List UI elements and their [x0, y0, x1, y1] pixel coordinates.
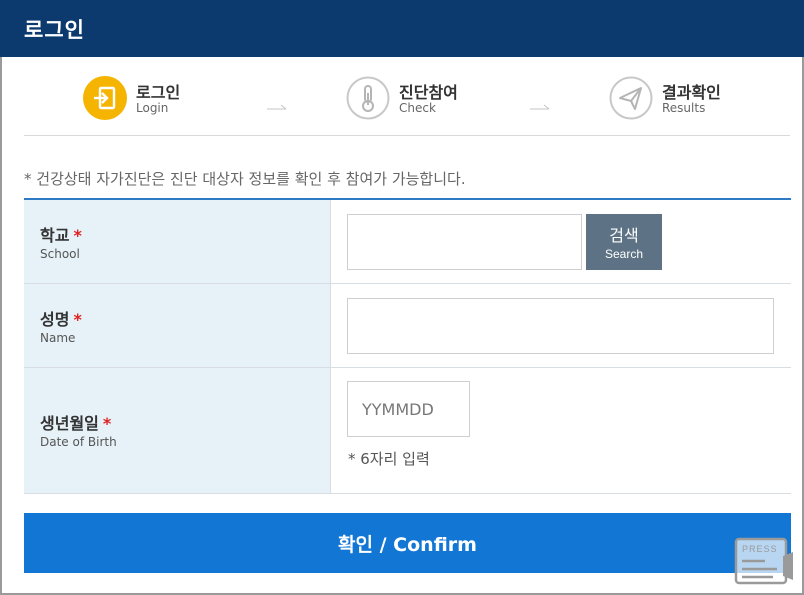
- login-icon: [83, 76, 127, 120]
- press-icon: PRESS: [733, 536, 799, 588]
- birth-input[interactable]: [347, 381, 470, 437]
- step-label-ko: 결과확인: [662, 83, 721, 102]
- birth-label-en: Date of Birth: [40, 435, 117, 449]
- school-row: 학교 * School 검색 Search: [24, 200, 791, 284]
- birth-hint: * 6자리 입력: [348, 450, 430, 468]
- name-label-cell: 성명 * Name: [24, 284, 331, 367]
- required-mark: *: [73, 310, 82, 329]
- school-input[interactable]: [347, 214, 582, 270]
- search-label: 검색: [609, 228, 639, 245]
- login-form: 학교 * School 검색 Search 성명 * Name 생년월일 * Date…: [24, 198, 791, 494]
- step-label-en: Login: [136, 101, 169, 115]
- name-label: 성명 *: [40, 310, 82, 329]
- header-bar: 로그인: [0, 0, 804, 57]
- svg-text:PRESS: PRESS: [742, 544, 778, 554]
- step-label-en: Results: [662, 101, 706, 115]
- required-mark: *: [73, 226, 82, 245]
- required-mark: *: [102, 414, 112, 433]
- thermometer-icon: [346, 76, 390, 120]
- school-label-cell: 학교 * School: [24, 200, 331, 283]
- step-label-ko: 로그인: [136, 83, 181, 102]
- birth-label-cell: 생년월일 * Date of Birth: [24, 368, 331, 493]
- send-icon: [609, 76, 653, 120]
- progress-steps: 로그인 Login 진단참여 Check 결과확인 Results: [24, 58, 790, 136]
- confirm-button[interactable]: 확인 / Confirm: [24, 513, 791, 573]
- notice-text: * 건강상태 자가진단은 진단 대상자 정보를 확인 후 참여가 가능합니다.: [24, 170, 466, 188]
- arrow-icon: [530, 95, 550, 110]
- step-label-ko: 진단참여: [399, 83, 458, 102]
- name-label-en: Name: [40, 331, 76, 345]
- name-row: 성명 * Name: [24, 284, 791, 368]
- page-title: 로그인: [24, 18, 85, 42]
- school-label: 학교 *: [40, 226, 82, 245]
- name-input[interactable]: [347, 298, 774, 354]
- search-button[interactable]: 검색 Search: [586, 214, 662, 270]
- birth-label: 생년월일 *: [40, 414, 112, 433]
- search-label-en: Search: [604, 247, 644, 261]
- birth-row: 생년월일* Date of Birth * 6자리 입력: [24, 368, 791, 494]
- arrow-icon: [267, 95, 287, 110]
- step-label-en: Check: [399, 101, 436, 115]
- school-label-en: School: [40, 247, 80, 261]
